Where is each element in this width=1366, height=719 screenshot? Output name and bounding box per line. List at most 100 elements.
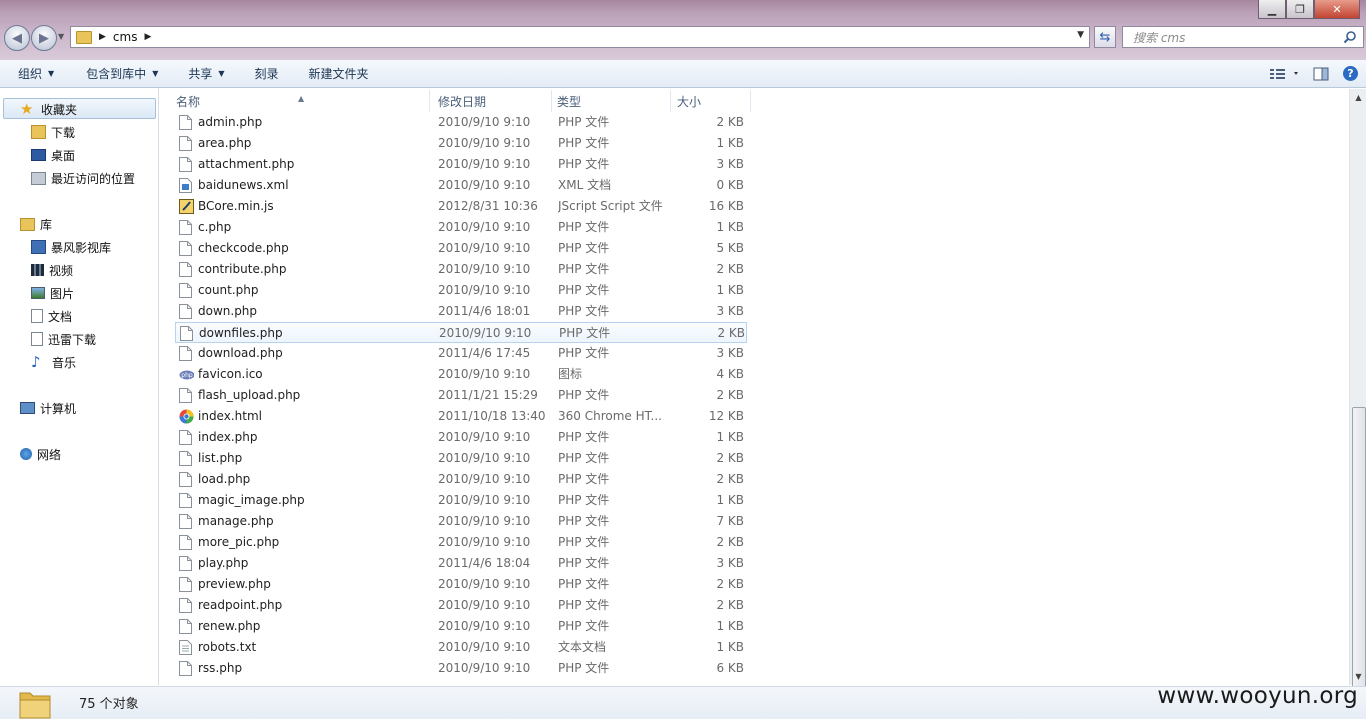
nav-pictures[interactable]: 图片 xyxy=(31,283,74,303)
file-row[interactable]: more_pic.php 2010/9/10 9:10 PHP 文件 2 KB xyxy=(175,532,747,553)
file-size: 3 KB xyxy=(716,304,744,318)
file-type: PHP 文件 xyxy=(558,220,610,234)
scrollbar-thumb[interactable] xyxy=(1352,407,1366,698)
file-row[interactable]: load.php 2010/9/10 9:10 PHP 文件 2 KB xyxy=(175,469,747,490)
share-menu[interactable]: 共享 ▼ xyxy=(170,60,236,87)
file-type: 文本文档 xyxy=(558,640,607,654)
address-dropdown-icon[interactable]: ▼ xyxy=(1077,30,1084,40)
search-input[interactable]: 搜索 cms xyxy=(1122,26,1364,48)
file-name: list.php xyxy=(198,451,243,465)
nav-music[interactable]: ♪ 音乐 xyxy=(31,352,76,372)
address-bar[interactable]: ▶ cms ▶ ▼ xyxy=(70,26,1090,48)
file-row[interactable]: attachment.php 2010/9/10 9:10 PHP 文件 3 KB xyxy=(175,154,747,175)
file-row[interactable]: readpoint.php 2010/9/10 9:10 PHP 文件 2 KB xyxy=(175,595,747,616)
back-button[interactable]: ◀ xyxy=(4,25,30,51)
file-row[interactable]: play.php 2011/4/6 18:04 PHP 文件 3 KB xyxy=(175,553,747,574)
file-row[interactable]: BCore.min.js 2012/8/31 10:36 JScript Scrip… xyxy=(175,196,747,217)
file-name: c.php xyxy=(198,220,232,234)
file-row[interactable]: index.html 2011/10/18 13:40 360 Chrome HT.… xyxy=(175,406,747,427)
picture-icon xyxy=(31,287,45,299)
file-type: PHP 文件 xyxy=(558,577,610,591)
new-folder-button[interactable]: 新建文件夹 xyxy=(291,60,381,87)
file-date: 2010/9/10 9:10 xyxy=(438,598,531,612)
minimize-button[interactable]: ▁ xyxy=(1258,0,1286,19)
column-size[interactable]: 大小 xyxy=(673,90,751,112)
folder-icon xyxy=(76,30,92,44)
file-date: 2010/9/10 9:10 xyxy=(438,115,531,129)
file-row[interactable]: manage.php 2010/9/10 9:10 PHP 文件 7 KB xyxy=(175,511,747,532)
file-size: 1 KB xyxy=(716,640,744,654)
file-row[interactable]: admin.php 2010/9/10 9:10 PHP 文件 2 KB xyxy=(175,112,747,133)
file-row[interactable]: checkcode.php 2010/9/10 9:10 PHP 文件 5 KB xyxy=(175,238,747,259)
text-file-icon xyxy=(179,640,194,655)
nav-favorites[interactable]: ★ 收藏夹 xyxy=(20,99,77,119)
file-row[interactable]: c.php 2010/9/10 9:10 PHP 文件 1 KB xyxy=(175,217,747,238)
file-row[interactable]: magic_image.php 2010/9/10 9:10 PHP 文件 1 KB xyxy=(175,490,747,511)
breadcrumb-arrow-icon[interactable]: ▶ xyxy=(99,32,106,42)
include-in-library-menu[interactable]: 包含到库中 ▼ xyxy=(66,60,170,87)
nav-xunlei-downloads[interactable]: 迅雷下载 xyxy=(31,329,96,349)
file-row[interactable]: list.php 2010/9/10 9:10 PHP 文件 2 KB xyxy=(175,448,747,469)
file-date: 2010/9/10 9:10 xyxy=(438,535,531,549)
refresh-icon: ⇆ xyxy=(1099,29,1111,45)
close-button[interactable]: ✕ xyxy=(1314,0,1360,19)
column-name-label: 名称 xyxy=(176,95,201,109)
column-type[interactable]: 类型 xyxy=(553,90,671,112)
organize-menu[interactable]: 组织 ▼ xyxy=(0,60,66,87)
maximize-button[interactable]: ❐ xyxy=(1286,0,1314,19)
file-size: 2 KB xyxy=(716,598,744,612)
file-date: 2011/4/6 17:45 xyxy=(438,346,531,360)
nav-network-label: 网络 xyxy=(37,447,62,462)
nav-libraries[interactable]: 库 xyxy=(20,214,52,234)
file-row[interactable]: index.php 2010/9/10 9:10 PHP 文件 1 KB xyxy=(175,427,747,448)
file-row[interactable]: robots.txt 2010/9/10 9:10 文本文档 1 KB xyxy=(175,637,747,658)
sort-ascending-icon: ▲ xyxy=(298,94,305,103)
view-options-icon[interactable] xyxy=(1269,67,1299,81)
php-file-icon xyxy=(179,451,194,466)
scroll-up-arrow-icon[interactable]: ▲ xyxy=(1350,89,1366,106)
nav-desktop[interactable]: 桌面 xyxy=(31,145,75,165)
nav-network[interactable]: 网络 xyxy=(20,444,61,464)
nav-videos[interactable]: 视频 xyxy=(31,260,73,280)
file-name: rss.php xyxy=(198,661,243,675)
file-type: PHP 文件 xyxy=(558,346,610,360)
nav-documents[interactable]: 文档 xyxy=(31,306,72,326)
refresh-button[interactable]: ⇆ xyxy=(1094,26,1116,48)
help-icon[interactable]: ? xyxy=(1343,66,1358,81)
nav-computer[interactable]: 计算机 xyxy=(20,398,76,418)
file-row[interactable]: contribute.php 2010/9/10 9:10 PHP 文件 2 KB xyxy=(175,259,747,280)
file-row[interactable]: renew.php 2010/9/10 9:10 PHP 文件 1 KB xyxy=(175,616,747,637)
search-icon[interactable] xyxy=(1343,30,1357,44)
js-file-icon xyxy=(179,199,194,214)
burn-button[interactable]: 刻录 xyxy=(237,60,291,87)
file-row[interactable]: down.php 2011/4/6 18:01 PHP 文件 3 KB xyxy=(175,301,747,322)
recent-pages-dropdown[interactable]: ▼ xyxy=(58,32,64,41)
nav-baofeng-library[interactable]: 暴风影视库 xyxy=(31,237,111,257)
forward-button[interactable]: ▶ xyxy=(31,25,57,51)
file-date: 2010/9/10 9:10 xyxy=(438,514,531,528)
php-file-icon xyxy=(179,388,194,403)
file-date: 2010/9/10 9:10 xyxy=(438,157,531,171)
file-row[interactable]: flash_upload.php 2011/1/21 15:29 PHP 文件 2 K… xyxy=(175,385,747,406)
svg-text:php: php xyxy=(181,372,193,379)
vertical-scrollbar[interactable]: ▲ ▼ xyxy=(1349,89,1366,698)
file-row[interactable]: rss.php 2010/9/10 9:10 PHP 文件 6 KB xyxy=(175,658,747,679)
file-row[interactable]: count.php 2010/9/10 9:10 PHP 文件 1 KB xyxy=(175,280,747,301)
file-type: PHP 文件 xyxy=(558,430,610,444)
nav-recent-places[interactable]: 最近访问的位置 xyxy=(31,168,135,188)
nav-downloads[interactable]: 下载 xyxy=(31,122,75,142)
file-row[interactable]: preview.php 2010/9/10 9:10 PHP 文件 2 KB xyxy=(175,574,747,595)
breadcrumb-arrow-icon[interactable]: ▶ xyxy=(144,32,151,42)
file-row[interactable]: baidunews.xml 2010/9/10 9:10 XML 文档 0 KB xyxy=(175,175,747,196)
file-row[interactable]: area.php 2010/9/10 9:10 PHP 文件 1 KB xyxy=(175,133,747,154)
php-file-icon xyxy=(179,661,194,676)
file-row-selected[interactable]: downfiles.php 2010/9/10 9:10 PHP 文件 2 KB xyxy=(175,322,747,343)
column-date[interactable]: 修改日期 xyxy=(434,90,552,112)
file-row[interactable]: download.php 2011/4/6 17:45 PHP 文件 3 KB xyxy=(175,343,747,364)
php-file-icon xyxy=(179,472,194,487)
file-size: 5 KB xyxy=(716,241,744,255)
preview-pane-icon[interactable] xyxy=(1313,67,1329,81)
file-row[interactable]: php favicon.ico 2010/9/10 9:10 图标 4 KB xyxy=(175,364,747,385)
breadcrumb-cms[interactable]: cms xyxy=(113,30,138,44)
column-name[interactable]: 名称 ▲ xyxy=(172,90,430,112)
